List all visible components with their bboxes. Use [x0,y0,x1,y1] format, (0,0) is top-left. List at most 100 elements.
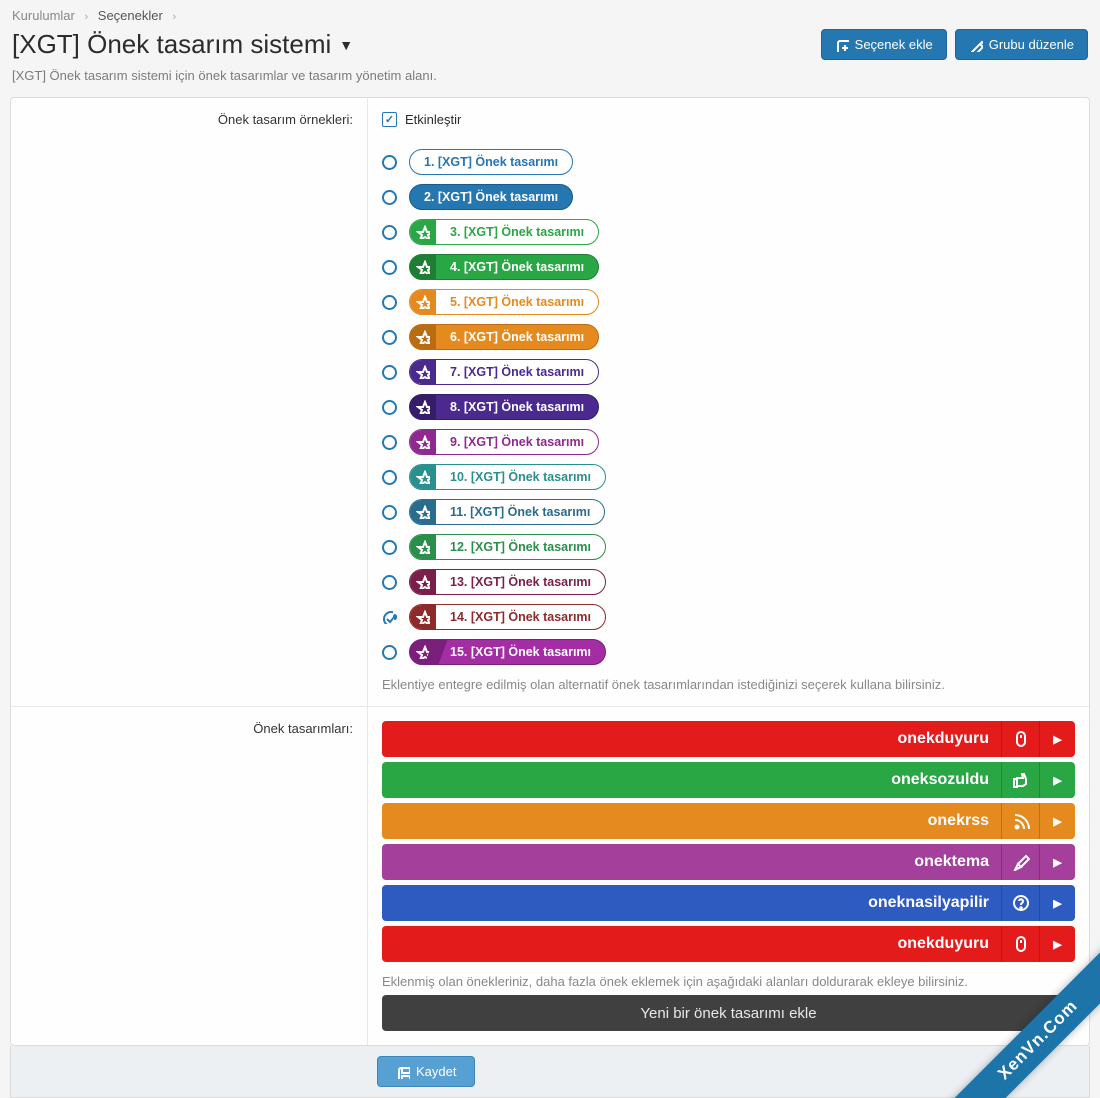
example-pill-label: 15. [XGT] Önek tasarımı [436,640,605,664]
example-row: 11. [XGT] Önek tasarımı [382,499,1075,525]
example-radio[interactable] [382,295,397,310]
star-icon [410,430,436,454]
example-pill[interactable]: 8. [XGT] Önek tasarımı [409,394,599,420]
chevron-right-icon: ▶ [1039,885,1075,921]
example-pill[interactable]: 15. [XGT] Önek tasarımı [409,639,606,665]
star-icon [410,570,436,594]
mouse-icon [1001,926,1039,962]
star-icon [410,220,436,244]
example-pill-label: 6. [XGT] Önek tasarımı [436,325,598,349]
crumb-kurulumlar[interactable]: Kurulumlar [12,8,75,23]
example-row: 9. [XGT] Önek tasarımı [382,429,1075,455]
example-radio[interactable] [382,260,397,275]
example-radio[interactable] [382,470,397,485]
example-row: 8. [XGT] Önek tasarımı [382,394,1075,420]
chevron-right-icon: › [172,11,176,23]
star-icon [410,395,436,419]
example-row: 2. [XGT] Önek tasarımı [382,184,1075,210]
example-pill[interactable]: 1. [XGT] Önek tasarımı [409,149,573,175]
example-pill[interactable]: 14. [XGT] Önek tasarımı [409,604,606,630]
example-pill[interactable]: 5. [XGT] Önek tasarımı [409,289,599,315]
save-icon [396,1065,410,1079]
example-pill-label: 2. [XGT] Önek tasarımı [410,185,572,209]
example-pill[interactable]: 13. [XGT] Önek tasarımı [409,569,606,595]
example-radio[interactable] [382,435,397,450]
star-icon [410,605,436,629]
example-radio[interactable] [382,155,397,170]
add-option-button[interactable]: Seçenek ekle [821,29,947,60]
enable-checkbox[interactable]: ✓ [382,112,397,127]
example-radio[interactable] [382,610,397,625]
example-pill[interactable]: 4. [XGT] Önek tasarımı [409,254,599,280]
footer-bar: Kaydet [10,1046,1090,1098]
example-pill[interactable]: 7. [XGT] Önek tasarımı [409,359,599,385]
design-label: onekrss [382,812,1001,830]
example-pill-label: 3. [XGT] Önek tasarımı [436,220,598,244]
add-new-design-button[interactable]: Yeni bir önek tasarımı ekle ▶ [382,995,1075,1031]
chevron-right-icon: ▶ [1039,844,1075,880]
design-row[interactable]: onekrss▶ [382,803,1075,839]
example-pill[interactable]: 11. [XGT] Önek tasarımı [409,499,605,525]
star-icon [410,465,436,489]
design-label: onekduyuru [382,935,1001,953]
add-option-label: Seçenek ekle [855,37,933,52]
examples-hint: Eklentiye entegre edilmiş olan alternati… [382,677,1075,692]
design-label: oneknasilyapilir [382,894,1001,912]
example-pill[interactable]: 9. [XGT] Önek tasarımı [409,429,599,455]
help-icon [1001,885,1039,921]
design-row[interactable]: onekduyuru ▶ [382,926,1075,962]
caret-down-icon: ▼ [339,37,353,53]
example-pill-label: 13. [XGT] Önek tasarımı [436,570,605,594]
designs-hint: Eklenmiş olan önekleriniz, daha fazla ön… [382,974,1075,989]
example-radio[interactable] [382,365,397,380]
save-button[interactable]: Kaydet [377,1056,475,1087]
example-pill[interactable]: 3. [XGT] Önek tasarımı [409,219,599,245]
chevron-right-icon: ▶ [1039,721,1075,757]
edit-group-button[interactable]: Grubu düzenle [955,29,1088,60]
plus-square-icon [835,38,849,52]
example-radio[interactable] [382,645,397,660]
example-pill[interactable]: 6. [XGT] Önek tasarımı [409,324,599,350]
example-pill-label: 10. [XGT] Önek tasarımı [436,465,605,489]
star-icon [410,255,436,279]
example-row: 5. [XGT] Önek tasarımı [382,289,1075,315]
design-label: onekduyuru [382,730,1001,748]
design-row[interactable]: onekduyuru ▶ [382,721,1075,757]
star-icon [410,325,436,349]
example-pill[interactable]: 10. [XGT] Önek tasarımı [409,464,606,490]
star-icon [410,360,436,384]
example-radio[interactable] [382,330,397,345]
thumb-icon [1001,762,1039,798]
rss-icon [1001,803,1039,839]
example-radio[interactable] [382,575,397,590]
design-row[interactable]: onektema ▶ [382,844,1075,880]
brush-icon [1001,844,1039,880]
star-icon [410,640,436,664]
example-pill-label: 1. [XGT] Önek tasarımı [410,150,572,174]
design-label: onektema [382,853,1001,871]
example-row: 15. [XGT] Önek tasarımı [382,639,1075,665]
example-pill-label: 9. [XGT] Önek tasarımı [436,430,598,454]
example-radio[interactable] [382,190,397,205]
example-row: 13. [XGT] Önek tasarımı [382,569,1075,595]
example-radio[interactable] [382,540,397,555]
example-pill-label: 11. [XGT] Önek tasarımı [436,500,604,524]
add-new-design-label: Yeni bir önek tasarımı ekle [640,1005,816,1022]
example-radio[interactable] [382,225,397,240]
chevron-right-icon: › [84,11,88,23]
star-icon [410,290,436,314]
chevron-right-icon: ▶ [1039,926,1075,962]
page-title[interactable]: [XGT] Önek tasarım sistemi ▼ [12,29,353,60]
example-pill[interactable]: 2. [XGT] Önek tasarımı [409,184,573,210]
example-pill-label: 14. [XGT] Önek tasarımı [436,605,605,629]
example-pill-label: 8. [XGT] Önek tasarımı [436,395,598,419]
chevron-right-icon: ▶ [1039,1007,1075,1020]
example-pill-label: 7. [XGT] Önek tasarımı [436,360,598,384]
example-row: 10. [XGT] Önek tasarımı [382,464,1075,490]
example-radio[interactable] [382,400,397,415]
example-radio[interactable] [382,505,397,520]
design-row[interactable]: oneksozuldu▶ [382,762,1075,798]
design-row[interactable]: oneknasilyapilir ▶ [382,885,1075,921]
example-pill[interactable]: 12. [XGT] Önek tasarımı [409,534,606,560]
crumb-secenekler[interactable]: Seçenekler [98,8,163,23]
